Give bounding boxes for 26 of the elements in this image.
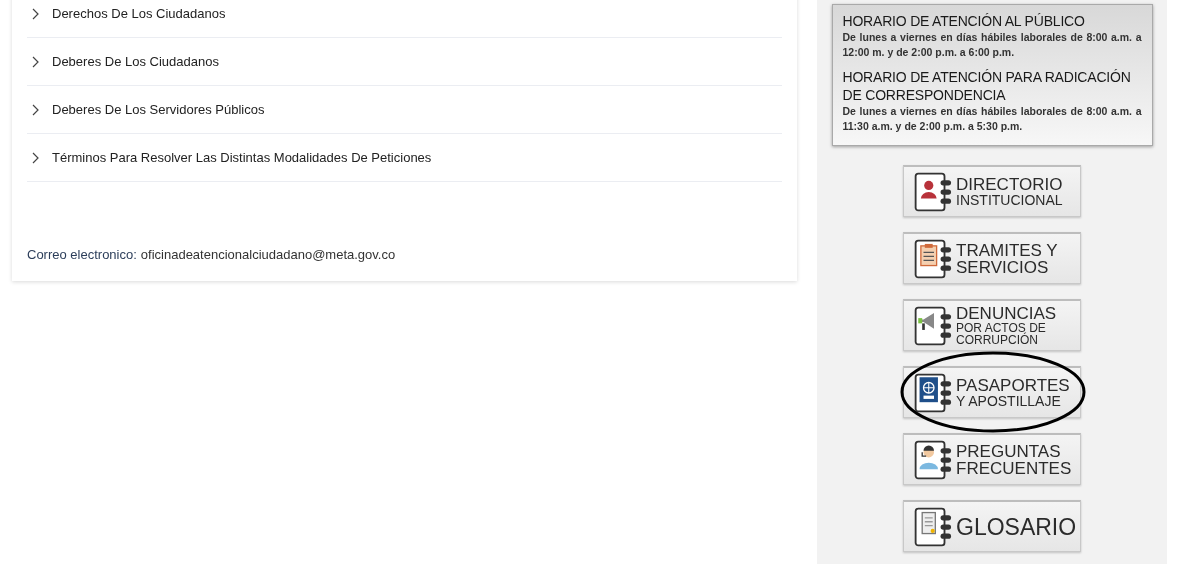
accordion-item[interactable]: Términos Para Resolver Las Distintas Modalidades De Peticiones [27,134,782,182]
chevron-icon [32,55,40,68]
notebook-icon [914,505,954,548]
email-label: Correo electronico: [27,246,137,264]
accordion-item[interactable]: Deberes De Los Ciudadanos [27,38,782,86]
link-button[interactable]: GLOSARIO [903,500,1081,552]
chevron-icon [32,7,40,20]
notebook-icon [914,438,954,481]
link-button[interactable]: PASAPORTES Y APOSTILLAJE [903,366,1081,418]
schedule-heading: HORARIO DE ATENCIÓN PARA RADICACIÓN DE CORRESPONDENCIA [842,68,1132,104]
schedule-heading: HORARIO DE ATENCIÓN AL PÚBLICO [842,12,1086,30]
notebook-icon [914,237,954,280]
notebook-icon [914,304,954,347]
link-button[interactable]: DIRECTORIO INSTITUCIONAL [903,165,1081,217]
schedule-text: De lunes a viernes en días hábiles laborales de 8:00 a.m. a 12:00 m. y de 2:00 p.m. a 6:00 p.m. [842,30,1142,60]
schedule-text: De lunes a viernes en días hábiles laborales de 8:00 a.m. a 11:30 a.m. y de 2:00 p.m. a 5:30 p.m. [842,104,1142,134]
link-button[interactable]: TRAMITES Y SERVICIOS [903,232,1081,284]
chevron-icon [32,103,40,116]
chevron-icon [32,151,40,164]
accordion-item[interactable]: Deberes De Los Servidores Públicos [27,86,782,134]
link-button[interactable]: DENUNCIAS POR ACTOS DE CORRUPCIÓN [903,299,1081,351]
notebook-icon [914,371,954,414]
email-address: oficinadeatencionalciudadano@meta.gov.co [140,246,396,264]
notebook-icon [914,170,954,213]
link-button[interactable]: PREGUNTAS FRECUENTES [903,433,1081,485]
accordion-item[interactable]: Derechos De Los Ciudadanos [27,0,782,38]
